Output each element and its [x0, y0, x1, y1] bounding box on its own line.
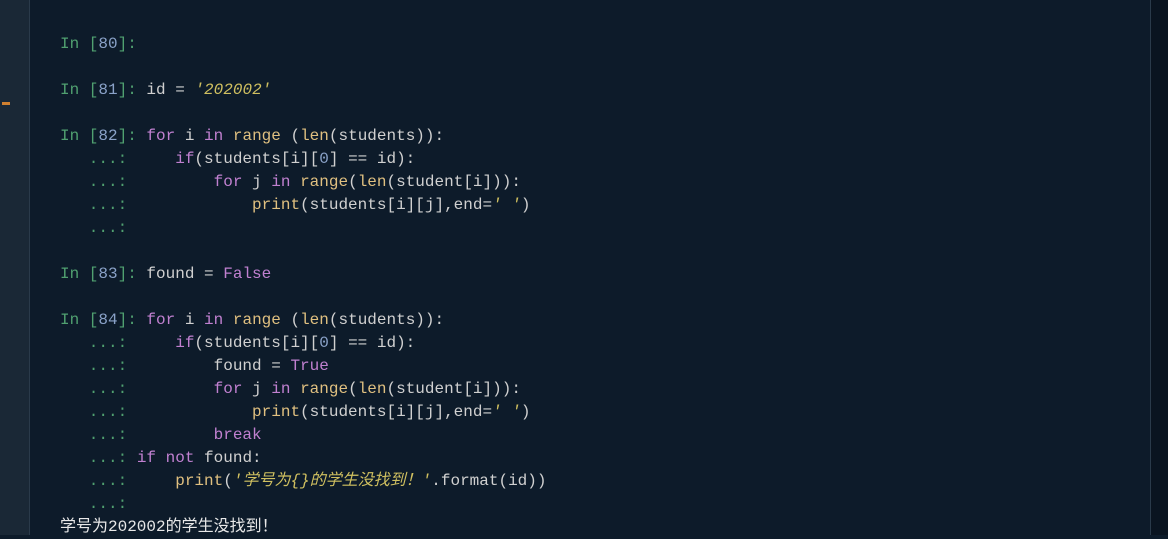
- cell-81: In [81]: id = '202002': [60, 81, 271, 99]
- in-prompt: In [82]:: [60, 127, 146, 145]
- cell-80: In [80]:: [60, 35, 146, 53]
- continuation-prompt: ...:: [60, 219, 137, 237]
- code-area[interactable]: In [80]: In [81]: id = '202002' In [82]:…: [30, 0, 1148, 539]
- continuation-prompt: ...:: [60, 173, 137, 191]
- continuation-prompt: ...:: [60, 334, 137, 352]
- scrollbar[interactable]: [1150, 0, 1168, 535]
- in-prompt: In [81]:: [60, 81, 146, 99]
- continuation-prompt: ...:: [60, 380, 137, 398]
- continuation-prompt: ...:: [60, 495, 137, 513]
- in-prompt: In [80]:: [60, 35, 146, 53]
- editor-gutter: [0, 0, 30, 535]
- in-prompt: In [83]:: [60, 265, 146, 283]
- gutter-marker: [2, 102, 10, 105]
- output-line: 学号为202002的学生没找到！: [60, 518, 278, 536]
- continuation-prompt: ...:: [60, 403, 137, 421]
- continuation-prompt: ...:: [60, 357, 137, 375]
- cell-84: In [84]: for i in range (len(students)):…: [60, 311, 546, 513]
- continuation-prompt: ...:: [60, 426, 137, 444]
- cell-83: In [83]: found = False: [60, 265, 271, 283]
- continuation-prompt: ...:: [60, 196, 137, 214]
- continuation-prompt: ...:: [60, 449, 137, 467]
- cell-82: In [82]: for i in range (len(students)):…: [60, 127, 531, 237]
- continuation-prompt: ...:: [60, 150, 137, 168]
- continuation-prompt: ...:: [60, 472, 137, 490]
- in-prompt: In [84]:: [60, 311, 146, 329]
